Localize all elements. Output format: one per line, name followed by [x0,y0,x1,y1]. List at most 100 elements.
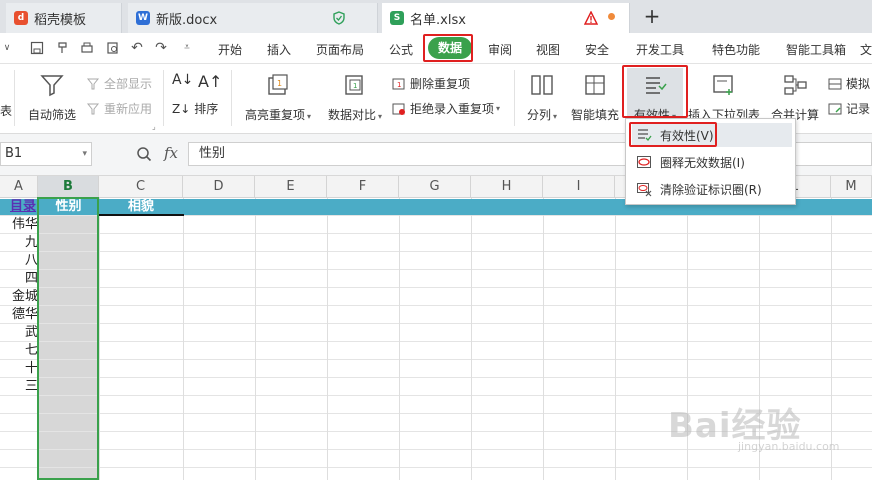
auto-filter-button[interactable]: 自动筛选 [27,72,77,123]
cell-name[interactable]: 德华 [0,306,38,324]
cell-a1-directory-link[interactable]: 目录 [0,199,36,215]
cell-name[interactable]: 七 [0,342,38,360]
insert-dropdown-list-button[interactable]: 插入下拉列表 [688,72,760,123]
column-header-e[interactable]: E [255,176,327,198]
cell-c1-appearance[interactable]: 相貌 [99,199,183,215]
tab-daoke-templates[interactable]: d 稻壳模板 [6,3,122,33]
menu-formulas[interactable]: 公式 [389,41,413,58]
simulate-analysis-button[interactable]: 模拟 [828,75,870,92]
caret-down-icon: ▾ [307,112,312,121]
menu-special-features[interactable]: 特色功能 [712,41,760,58]
cell-name[interactable]: 九 [0,234,38,252]
reapply-filter-button[interactable]: 重新应用 [86,100,152,117]
menu-view[interactable]: 视图 [536,41,560,58]
word-doc-icon: W [136,11,150,25]
menu-developer-tools[interactable]: 开发工具 [636,41,684,58]
highlight-box-validity-button [622,65,688,118]
insert-dropdown-icon [713,75,733,95]
cell-name[interactable]: 八 [0,252,38,270]
name-box[interactable]: B1 ▾ [0,142,92,166]
menu-doc-assistant[interactable]: 文档助手 [860,41,872,58]
highlight-box-validity-menu-item [629,122,717,147]
cell-name[interactable]: 十 [0,360,38,378]
col-line [327,198,328,480]
menu-item-circle-invalid-data[interactable]: 圈释无效数据(I) [632,150,792,174]
menu-item-clear-validation-circles[interactable]: 清除验证标识圈(R) [632,177,792,201]
print-icon[interactable] [80,41,94,55]
cell-name[interactable]: 武 [0,324,38,342]
menu-home[interactable]: 开始 [218,41,242,58]
selection-border-column-b [37,197,99,480]
show-all-button[interactable]: 全部显示 [86,75,152,92]
zoom-search-icon[interactable] [136,146,152,162]
insert-function-fx-icon[interactable]: fx [164,144,178,162]
funnel-filter-icon [40,75,64,97]
consolidate-button[interactable]: 合并计算 [770,72,820,123]
sort-descending-button[interactable]: A↑ [198,72,222,91]
row-line [0,251,872,252]
sort-ascending-button[interactable]: A↓ [172,72,193,88]
sort-button[interactable]: Z↓ 排序 [172,100,218,117]
format-painter-icon[interactable] [56,41,70,55]
consolidate-icon [784,75,807,95]
tab-label: 稻壳模板 [34,12,87,28]
menu-insert[interactable]: 插入 [267,41,291,58]
column-header-f[interactable]: F [327,176,399,198]
column-header-g[interactable]: G [399,176,471,198]
new-tab-plus-icon[interactable]: + [642,4,662,28]
row-line [0,323,872,324]
record-form-button[interactable]: 记录 [828,100,870,117]
sort-icon: Z↓ [172,101,191,116]
customize-toolbar-icon[interactable]: ⩡ [180,41,194,55]
remove-duplicates-button[interactable]: 1 删除重复项 [392,75,470,92]
excel-sheet-icon: S [390,11,404,25]
highlight-box-data-menu [423,34,473,62]
tab-excel-sheet[interactable]: S 名单.xlsx [382,3,630,33]
save-icon[interactable] [30,41,44,55]
tab-label: 名单.xlsx [410,12,466,28]
svg-text:1: 1 [397,81,401,89]
chevron-down-icon[interactable]: ▾ [82,143,87,165]
menu-security[interactable]: 安全 [585,41,609,58]
tab-word-document[interactable]: W 新版.docx [128,3,378,33]
split-column-button[interactable]: 分列 ▾ [522,72,562,123]
group-expand-icon[interactable]: ⌟ [152,122,156,131]
col-line [99,198,100,480]
cell-name[interactable]: 金城 [0,288,38,306]
reapply-icon [86,103,100,114]
menu-smart-toolbox[interactable]: 智能工具箱 [786,41,846,58]
menu-review[interactable]: 审阅 [488,41,512,58]
menu-page-layout[interactable]: 页面布局 [316,41,364,58]
warning-icon [584,11,598,25]
col-line [615,198,616,480]
column-header-c[interactable]: C [99,176,183,198]
column-header-m[interactable]: M [831,176,872,198]
print-preview-icon[interactable] [106,41,120,55]
col-line [255,198,256,480]
column-header-b[interactable]: B [38,176,99,198]
cell-name[interactable]: 伟华 [0,216,38,234]
caret-down-icon: ▾ [553,112,558,121]
ribbon-edge-label: 表 [0,104,13,118]
shield-icon [333,11,345,25]
cell-name[interactable]: 三 [0,378,38,396]
data-compare-icon: 1 [345,75,363,95]
chevron-down-icon[interactable]: ∨ [0,41,14,55]
column-header-h[interactable]: H [471,176,543,198]
col-line [183,198,184,480]
highlight-duplicates-button[interactable]: 1 高亮重复项 ▾ [242,72,314,123]
column-header-d[interactable]: D [183,176,255,198]
tab-label: 新版.docx [156,12,218,28]
column-header-i[interactable]: I [543,176,615,198]
smart-fill-button[interactable]: 智能填充 [568,72,622,123]
redo-icon[interactable]: ↷ [154,41,168,55]
caret-down-icon: ▾ [496,104,501,113]
data-compare-button[interactable]: 1 数据对比 ▾ [323,72,387,123]
column-header-a[interactable]: A [0,176,38,198]
row-line [0,377,872,378]
daoke-logo-icon: d [14,11,28,25]
undo-icon[interactable]: ↶ [130,41,144,55]
cell-name[interactable]: 四 [0,270,38,288]
reject-duplicate-entry-button[interactable]: 拒绝录入重复项 ▾ [392,100,500,117]
row-line [0,395,872,396]
